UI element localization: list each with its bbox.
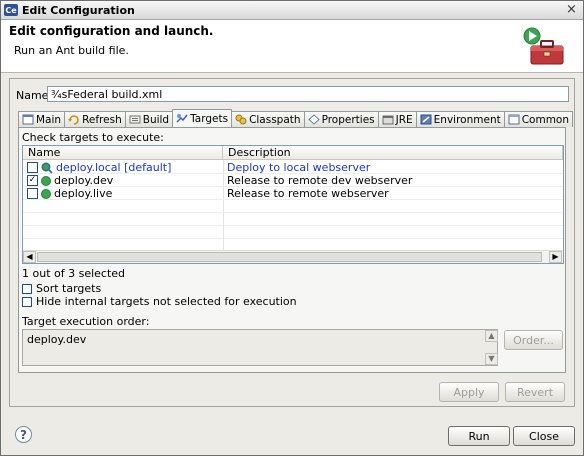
execution-order-label: Target execution order: <box>22 315 150 328</box>
tab-refresh[interactable]: Refresh <box>64 111 126 127</box>
apply-button[interactable]: Apply <box>439 382 499 402</box>
column-header-name[interactable]: Name <box>23 146 223 160</box>
table-row[interactable]: ✓ deploy.dev Release to remote dev webse… <box>23 174 563 187</box>
target-name: deploy.dev <box>54 174 114 187</box>
tab-targets-label: Targets <box>190 112 229 125</box>
header-subtitle: Run an Ant build file. <box>14 44 129 57</box>
jre-icon <box>382 115 394 125</box>
target-name: deploy.live <box>54 187 113 200</box>
tab-properties[interactable]: Properties <box>303 111 379 127</box>
target-checkbox[interactable] <box>27 162 38 173</box>
column-header-description[interactable]: Description <box>223 146 563 160</box>
order-scrollbar[interactable]: ▲ ▼ <box>485 330 498 365</box>
target-name-cell: deploy.local [default] <box>27 161 171 174</box>
classpath-icon <box>235 114 247 125</box>
sort-targets-checkbox[interactable] <box>22 283 32 294</box>
target-description: Deploy to local webserver <box>227 161 371 174</box>
tab-main-label: Main <box>36 113 62 126</box>
close-icon[interactable]: × <box>564 3 579 17</box>
scroll-right-icon[interactable]: ▶ <box>549 251 562 263</box>
tab-jre[interactable]: JRE <box>377 111 417 127</box>
tab-bar: Main Refresh Build Targets Classpath Pro… <box>18 109 574 127</box>
app-icon: Ce <box>4 4 18 16</box>
table-row[interactable]: deploy.local [default] Deploy to local w… <box>23 161 563 174</box>
run-button[interactable]: Run <box>448 426 510 446</box>
window-title: Edit Configuration <box>22 3 135 17</box>
tab-build-label: Build <box>142 113 170 126</box>
title-bar: Ce Edit Configuration × <box>1 1 583 20</box>
scroll-thumb[interactable] <box>37 252 542 262</box>
target-description: Release to remote dev webserver <box>227 174 413 187</box>
tab-environment-label: Environment <box>433 113 501 126</box>
build-icon <box>129 115 141 124</box>
execution-order-value: deploy.dev <box>27 333 87 346</box>
target-icon <box>41 175 51 186</box>
target-checkbox[interactable] <box>27 188 38 199</box>
refresh-icon <box>68 115 79 125</box>
hide-internal-checkbox[interactable] <box>22 296 32 307</box>
target-name-cell: ✓ deploy.dev <box>27 174 113 187</box>
target-name-cell: deploy.live <box>27 187 112 200</box>
hide-internal-option[interactable]: Hide internal targets not selected for e… <box>22 295 297 308</box>
revert-button[interactable]: Revert <box>505 382 565 402</box>
default-target-icon <box>41 162 53 174</box>
horizontal-scrollbar[interactable]: ◀ ▶ <box>23 250 563 263</box>
tab-classpath-label: Classpath <box>249 113 301 126</box>
table-header: Name Description <box>23 146 563 160</box>
properties-icon <box>307 114 320 125</box>
table-row[interactable]: deploy.live Release to remote webserver <box>23 187 563 200</box>
tab-common[interactable]: Common <box>503 111 574 127</box>
target-name: deploy.local [default] <box>56 161 172 174</box>
edit-configuration-dialog: Ce Edit Configuration × Edit configurati… <box>0 0 584 456</box>
tab-environment[interactable]: Environment <box>415 111 505 127</box>
tab-properties-label: Properties <box>321 113 375 126</box>
target-checkbox-checked[interactable]: ✓ <box>27 175 38 186</box>
close-button[interactable]: Close <box>513 426 575 446</box>
targets-table: Name Description deploy.local [default] … <box>22 145 564 264</box>
table-row-empty <box>23 200 563 213</box>
table-row-empty <box>23 213 563 226</box>
execution-order-box: deploy.dev <box>22 329 498 366</box>
tab-targets[interactable]: Targets <box>172 109 233 127</box>
tab-jre-label: JRE <box>395 113 413 126</box>
name-input[interactable] <box>47 86 569 102</box>
tab-build[interactable]: Build <box>124 111 174 127</box>
targets-icon <box>176 114 188 123</box>
sort-targets-option[interactable]: Sort targets <box>22 282 101 295</box>
dialog-header: Edit configuration and launch. Run an An… <box>1 20 583 73</box>
target-icon <box>41 188 51 199</box>
help-icon[interactable]: ? <box>15 426 32 443</box>
common-icon <box>508 114 520 125</box>
target-description: Release to remote webserver <box>227 187 389 200</box>
scroll-left-icon[interactable]: ◀ <box>23 251 36 263</box>
environment-icon <box>420 114 432 125</box>
order-button[interactable]: Order... <box>504 330 563 350</box>
tab-classpath[interactable]: Classpath <box>231 111 305 127</box>
header-title: Edit configuration and launch. <box>9 24 214 38</box>
main-icon <box>22 114 34 125</box>
tab-main[interactable]: Main <box>18 111 66 127</box>
tab-common-label: Common <box>521 113 570 126</box>
hide-internal-label: Hide internal targets not selected for e… <box>36 295 297 308</box>
sort-targets-label: Sort targets <box>36 282 102 295</box>
selected-count: 1 out of 3 selected <box>22 267 126 280</box>
scroll-down-icon[interactable]: ▼ <box>485 353 498 365</box>
tab-refresh-label: Refresh <box>82 113 122 126</box>
toolbox-run-icon <box>523 27 564 65</box>
scroll-up-icon[interactable]: ▲ <box>485 330 498 342</box>
check-targets-label: Check targets to execute: <box>22 131 164 144</box>
table-row-empty <box>23 226 563 239</box>
